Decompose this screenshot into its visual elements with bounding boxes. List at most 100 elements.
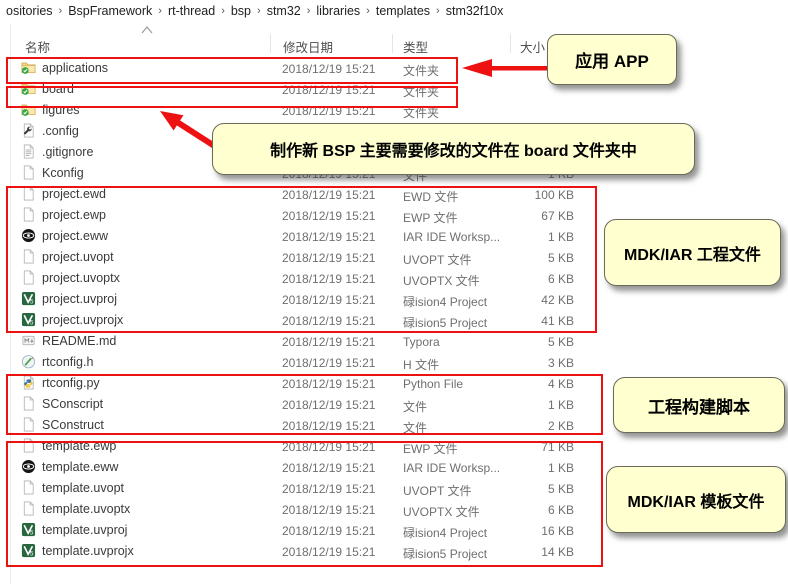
breadcrumb-item[interactable]: stm32f10x xyxy=(442,4,508,18)
file-date-modified: 2018/12/19 15:21 xyxy=(282,335,375,349)
file-date-modified: 2018/12/19 15:21 xyxy=(282,461,375,475)
header-separator[interactable] xyxy=(270,34,271,53)
breadcrumb-item[interactable]: stm32 xyxy=(263,4,305,18)
file-name: template.ewp xyxy=(42,439,116,453)
file-size: 1 KB xyxy=(468,398,574,412)
file-name: project.ewd xyxy=(42,187,106,201)
file-row[interactable]: rtconfig.h 2018/12/19 15:21 H 文件 3 KB xyxy=(0,352,788,373)
breadcrumb-item[interactable]: rt-thread xyxy=(164,4,219,18)
file-type: Typora xyxy=(403,335,440,349)
file-date-modified: 2018/12/19 15:21 xyxy=(282,503,375,517)
breadcrumb-separator-icon: › xyxy=(434,5,442,17)
callout-app: 应用 APP xyxy=(547,34,677,85)
breadcrumb-separator-icon: › xyxy=(219,5,227,17)
breadcrumb: ositories›BspFramework›rt-thread›bsp›stm… xyxy=(2,0,507,22)
file-name: board xyxy=(42,82,74,96)
file-type: Python File xyxy=(403,377,463,391)
file-row[interactable]: project.ewd 2018/12/19 15:21 EWD 文件 100 … xyxy=(0,184,788,205)
file-size: 3 KB xyxy=(468,356,574,370)
breadcrumb-separator-icon: › xyxy=(364,5,372,17)
header-separator[interactable] xyxy=(392,34,393,53)
header-separator[interactable] xyxy=(510,34,511,53)
file-row[interactable]: template.ewp 2018/12/19 15:21 EWP 文件 71 … xyxy=(0,436,788,457)
blank-file-icon xyxy=(21,396,36,411)
file-date-modified: 2018/12/19 15:21 xyxy=(282,272,375,286)
file-size: 16 KB xyxy=(468,524,574,538)
typora-markdown-icon xyxy=(21,333,36,348)
column-header-type[interactable]: 类型 xyxy=(403,37,428,56)
column-header-size[interactable]: 大小 xyxy=(520,37,545,56)
file-type: UVOPT 文件 xyxy=(403,251,471,268)
file-size: 5 KB xyxy=(468,335,574,349)
file-type: EWP 文件 xyxy=(403,209,457,226)
file-size: 14 KB xyxy=(468,545,574,559)
config-file-icon xyxy=(21,123,36,138)
file-date-modified: 2018/12/19 15:21 xyxy=(282,251,375,265)
breadcrumb-item[interactable]: bsp xyxy=(227,4,255,18)
file-row[interactable]: figures 2018/12/19 15:21 文件夹 xyxy=(0,100,788,121)
file-name: figures xyxy=(42,103,80,117)
file-size: 6 KB xyxy=(468,503,574,517)
file-name: README.md xyxy=(42,334,116,348)
file-type: EWD 文件 xyxy=(403,188,458,205)
file-name: SConstruct xyxy=(42,418,104,432)
file-size: 100 KB xyxy=(468,188,574,202)
blank-file-icon xyxy=(21,270,36,285)
blank-file-icon xyxy=(21,207,36,222)
file-name: SConscript xyxy=(42,397,103,411)
blank-file-icon xyxy=(21,438,36,453)
file-name: project.uvprojx xyxy=(42,313,123,327)
callout-project-files: MDK/IAR 工程文件 xyxy=(604,219,781,286)
file-type: UVOPT 文件 xyxy=(403,482,471,499)
file-name: rtconfig.py xyxy=(42,376,100,390)
file-name: template.eww xyxy=(42,460,118,474)
callout-build-scripts: 工程构建脚本 xyxy=(613,377,785,433)
file-row[interactable]: 5 project.uvproj 2018/12/19 15:21 碌ision… xyxy=(0,289,788,310)
column-header-name[interactable]: 名称 xyxy=(25,37,50,56)
iar-workspace-icon xyxy=(21,228,36,243)
file-date-modified: 2018/12/19 15:21 xyxy=(282,314,375,328)
iar-workspace-icon xyxy=(21,459,36,474)
file-row[interactable]: 5 template.uvprojx 2018/12/19 15:21 碌isi… xyxy=(0,541,788,562)
file-date-modified: 2018/12/19 15:21 xyxy=(282,293,375,307)
breadcrumb-separator-icon: › xyxy=(255,5,263,17)
file-name: project.uvproj xyxy=(42,292,117,306)
c-header-icon xyxy=(21,354,36,369)
blank-file-icon xyxy=(21,165,36,180)
file-name: .gitignore xyxy=(42,145,93,159)
file-date-modified: 2018/12/19 15:21 xyxy=(282,482,375,496)
file-date-modified: 2018/12/19 15:21 xyxy=(282,419,375,433)
file-type: 文件夹 xyxy=(403,83,439,100)
file-name: project.eww xyxy=(42,229,108,243)
breadcrumb-item[interactable]: templates xyxy=(372,4,434,18)
file-name: Kconfig xyxy=(42,166,84,180)
keil-uvision-icon: 5 xyxy=(21,522,36,537)
file-date-modified: 2018/12/19 15:21 xyxy=(282,356,375,370)
keil-uvision-icon: 5 xyxy=(21,543,36,558)
file-type: H 文件 xyxy=(403,356,439,373)
file-name: project.uvoptx xyxy=(42,271,120,285)
folder-checked-icon xyxy=(21,60,36,75)
blank-file-icon xyxy=(21,249,36,264)
breadcrumb-separator-icon: › xyxy=(57,5,65,17)
file-row[interactable]: README.md 2018/12/19 15:21 Typora 5 KB xyxy=(0,331,788,352)
file-type: EWP 文件 xyxy=(403,440,457,457)
blank-file-icon xyxy=(21,501,36,516)
file-row[interactable]: 5 project.uvprojx 2018/12/19 15:21 碌isio… xyxy=(0,310,788,331)
breadcrumb-item[interactable]: libraries xyxy=(312,4,364,18)
blank-file-icon xyxy=(21,186,36,201)
blank-file-icon xyxy=(21,417,36,432)
file-date-modified: 2018/12/19 15:21 xyxy=(282,524,375,538)
file-name: project.ewp xyxy=(42,208,106,222)
file-size: 5 KB xyxy=(468,251,574,265)
file-size: 67 KB xyxy=(468,209,574,223)
file-name: template.uvproj xyxy=(42,523,127,537)
file-size: 6 KB xyxy=(468,272,574,286)
file-date-modified: 2018/12/19 15:21 xyxy=(282,188,375,202)
column-header-date[interactable]: 修改日期 xyxy=(283,37,333,56)
file-size: 4 KB xyxy=(468,377,574,391)
callout-template-files: MDK/IAR 模板文件 xyxy=(606,466,786,533)
file-name: template.uvoptx xyxy=(42,502,130,516)
breadcrumb-item[interactable]: BspFramework xyxy=(64,4,156,18)
breadcrumb-item[interactable]: ositories xyxy=(2,4,57,18)
